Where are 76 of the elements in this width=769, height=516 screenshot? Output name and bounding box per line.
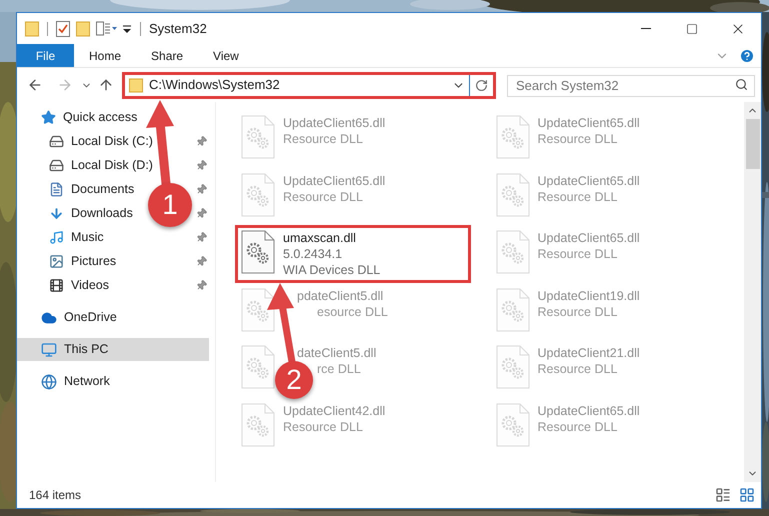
folder-icon xyxy=(25,20,39,36)
gear-file-icon xyxy=(241,288,275,332)
file-detail: WIA Devices DLL xyxy=(283,262,380,278)
minimize-icon xyxy=(641,28,651,29)
drive-icon xyxy=(49,134,64,148)
nav-item[interactable]: This PC xyxy=(17,338,209,361)
gear-file-icon xyxy=(496,402,530,446)
ribbon-tab[interactable]: Home xyxy=(74,44,136,67)
gear-file-icon xyxy=(241,172,275,216)
nav-item[interactable]: Local Disk (D:) xyxy=(71,156,153,174)
ribbon-tab[interactable]: File xyxy=(17,44,74,67)
file-detail: 5.0.2434.1 xyxy=(283,246,342,262)
properties-icon[interactable] xyxy=(56,20,70,36)
nav-item[interactable]: Network xyxy=(17,370,215,393)
file-detail: Resource DLL xyxy=(538,361,618,377)
gear-file-icon xyxy=(496,115,530,159)
monitor-icon xyxy=(41,342,57,358)
details-view-icon[interactable] xyxy=(715,487,731,503)
window-title: System32 xyxy=(149,20,207,38)
file-detail: rce DLL xyxy=(317,361,361,377)
down-arrow-icon xyxy=(49,206,64,220)
file-detail: Resource DLL xyxy=(538,418,618,434)
nav-item[interactable]: Pictures xyxy=(71,252,116,270)
globe-icon xyxy=(41,374,57,390)
scroll-thumb[interactable] xyxy=(746,119,760,169)
drive-icon xyxy=(49,158,64,172)
ribbon-tab[interactable]: Share xyxy=(136,44,198,67)
item-count: 164 items xyxy=(29,487,82,504)
search-icon[interactable] xyxy=(735,78,748,91)
refresh-icon[interactable] xyxy=(475,78,488,92)
document-icon xyxy=(49,182,64,196)
nav-item[interactable]: Downloads xyxy=(71,204,133,222)
gear-file-icon xyxy=(496,172,530,216)
new-folder-icon[interactable] xyxy=(76,20,90,36)
file-detail: Resource DLL xyxy=(283,131,363,147)
back-icon[interactable] xyxy=(27,77,43,93)
nav-item[interactable]: OneDrive xyxy=(17,306,215,329)
highlighted-file-item[interactable]: umaxscan.dll 5.0.2434.1 WIA Devices DLL xyxy=(235,225,471,282)
file-detail: Resource DLL xyxy=(283,418,363,434)
music-note-icon xyxy=(49,230,64,244)
nav-item[interactable]: Local Disk (C:) xyxy=(71,132,153,150)
scrollbar[interactable] xyxy=(744,102,761,482)
search-field[interactable]: Search System32 xyxy=(507,74,755,96)
picture-icon xyxy=(49,254,64,268)
file-detail: esource DLL xyxy=(317,304,388,320)
file-detail: Resource DLL xyxy=(283,188,363,204)
cloud-icon xyxy=(41,310,57,326)
gear-file-icon xyxy=(496,345,530,389)
nav-item[interactable]: Videos xyxy=(71,276,109,294)
customize-caret-icon[interactable] xyxy=(122,24,132,34)
nav-item[interactable]: Music xyxy=(71,228,104,246)
nav-item[interactable]: Quick access xyxy=(17,106,215,129)
ribbon-tab[interactable]: View xyxy=(198,44,254,67)
file-detail: Resource DLL xyxy=(538,188,618,204)
large-icons-view-icon[interactable] xyxy=(739,487,755,503)
forward-icon[interactable] xyxy=(57,77,73,93)
folder-icon xyxy=(129,78,143,92)
nav-item[interactable]: Documents xyxy=(71,180,134,198)
film-icon xyxy=(49,278,64,292)
file-detail: Resource DLL xyxy=(538,131,618,147)
gear-file-icon xyxy=(496,230,530,274)
gear-file-icon xyxy=(241,230,275,274)
gear-file-icon xyxy=(241,115,275,159)
maximize-icon xyxy=(686,22,698,34)
file-name[interactable]: umaxscan.dll xyxy=(283,230,356,246)
view-options-icon[interactable] xyxy=(96,20,118,36)
gear-file-icon xyxy=(241,402,275,446)
help-icon[interactable] xyxy=(739,48,755,64)
file-detail: Resource DLL xyxy=(538,246,618,262)
gear-file-icon xyxy=(241,345,275,389)
address-bar[interactable]: C:\Windows\System32 xyxy=(122,72,496,98)
up-icon[interactable] xyxy=(98,77,114,93)
gear-file-icon xyxy=(496,288,530,332)
address-path: C:\Windows\System32 xyxy=(149,76,280,94)
star-icon xyxy=(41,110,56,125)
file-detail: Resource DLL xyxy=(538,304,618,320)
